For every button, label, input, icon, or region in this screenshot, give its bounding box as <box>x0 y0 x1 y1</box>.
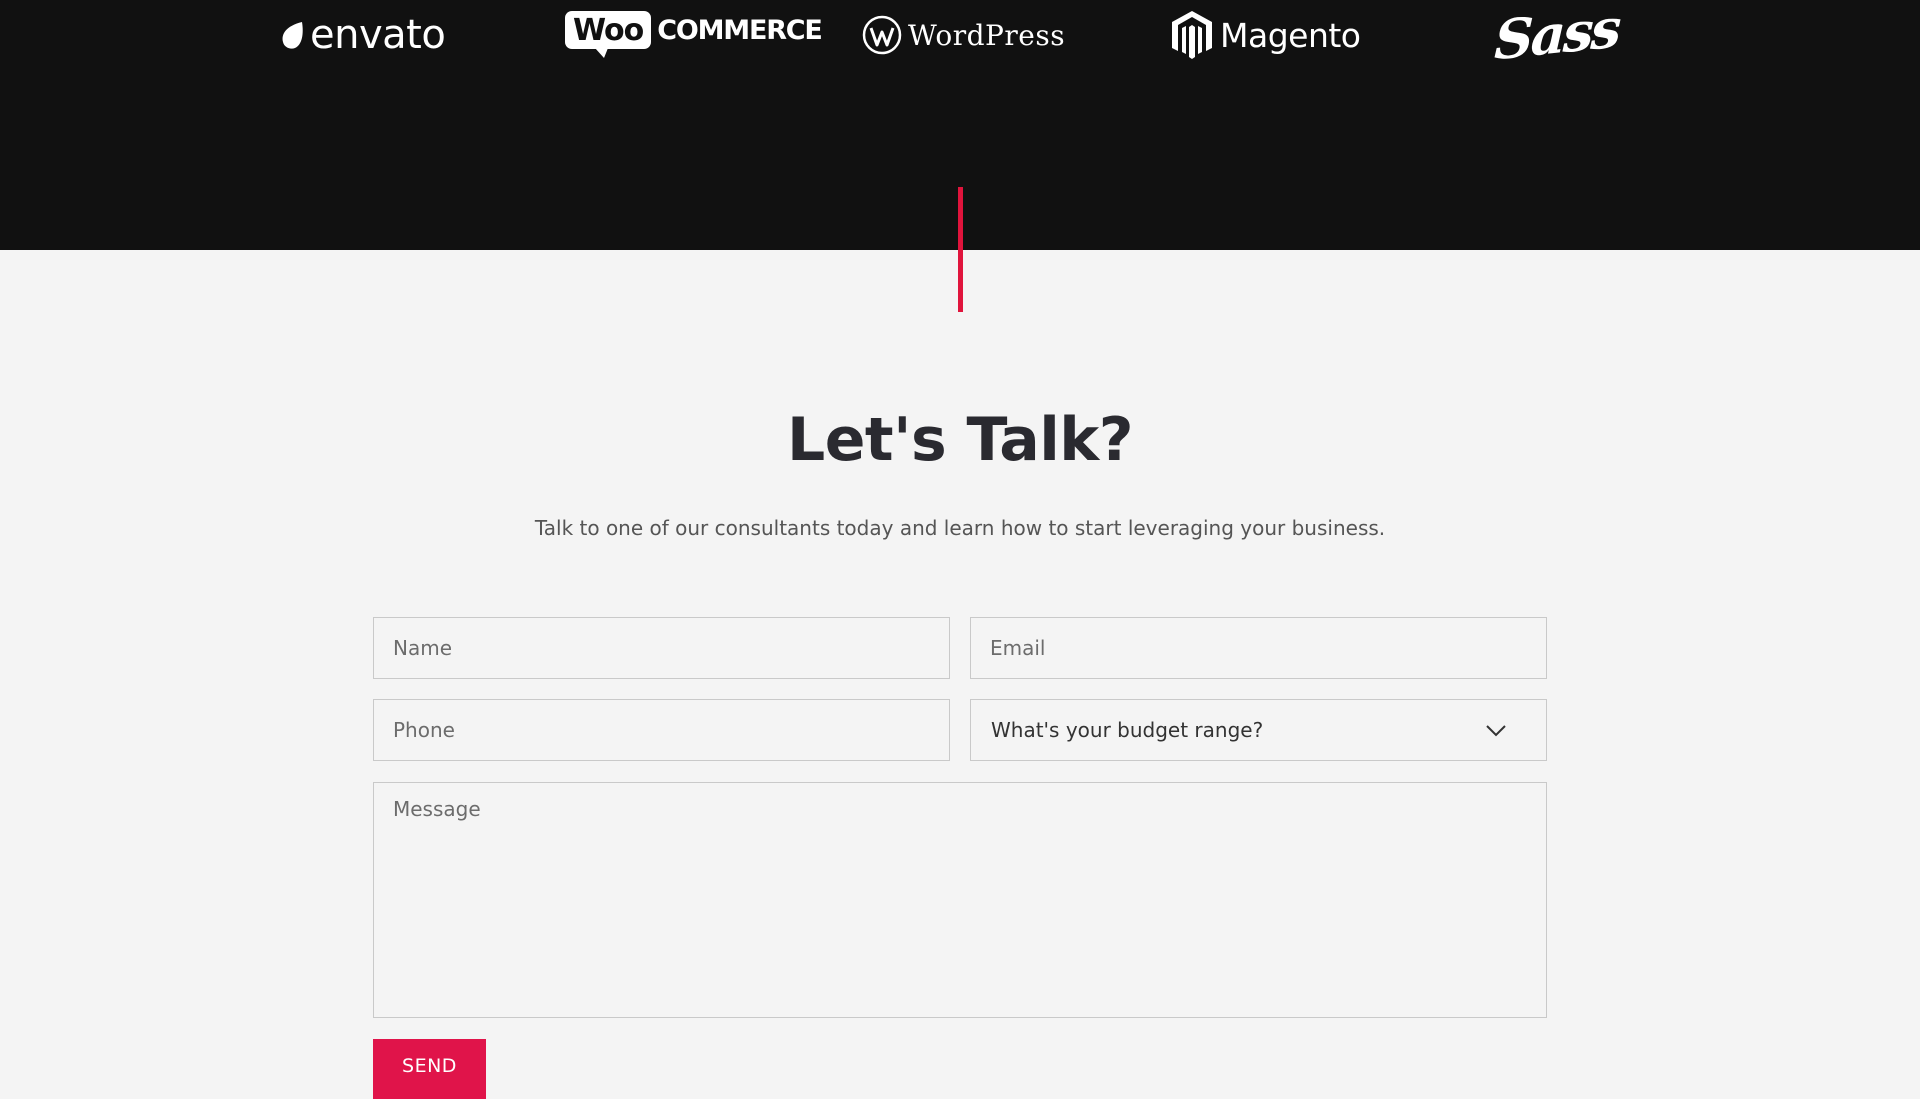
chevron-down-icon <box>1486 725 1506 737</box>
envato-logo: envato <box>280 0 446 70</box>
woo-logo-text: Woo <box>565 11 652 58</box>
leaf-icon <box>282 22 303 49</box>
email-field[interactable] <box>970 617 1547 679</box>
send-button[interactable]: SEND <box>373 1039 486 1099</box>
budget-select[interactable]: What's your budget range? <box>970 699 1547 761</box>
page-subtitle: Talk to one of our consultants today and… <box>534 516 1386 540</box>
envato-logo-text: envato <box>310 12 446 58</box>
wordpress-logo-text: WordPress <box>908 18 1066 52</box>
budget-select-value: What's your budget range? <box>991 718 1264 742</box>
wordpress-logo: WordPress <box>862 0 1065 70</box>
page-title: Let's Talk? <box>786 405 1134 475</box>
magento-m-icon <box>1172 11 1212 59</box>
name-field[interactable] <box>373 617 950 679</box>
phone-field[interactable] <box>373 699 950 761</box>
sass-logo: Sass <box>1493 0 1620 74</box>
commerce-logo-text: COMMERCE <box>657 14 823 46</box>
woocommerce-logo: Woo COMMERCE <box>565 8 823 58</box>
message-field[interactable] <box>373 782 1547 1018</box>
magento-logo: Magento <box>1170 0 1361 70</box>
magento-logo-text: Magento <box>1220 15 1361 55</box>
sass-logo-text: Sass <box>1493 0 1620 73</box>
section-divider-line <box>958 187 963 312</box>
wordpress-w-icon <box>862 15 902 55</box>
